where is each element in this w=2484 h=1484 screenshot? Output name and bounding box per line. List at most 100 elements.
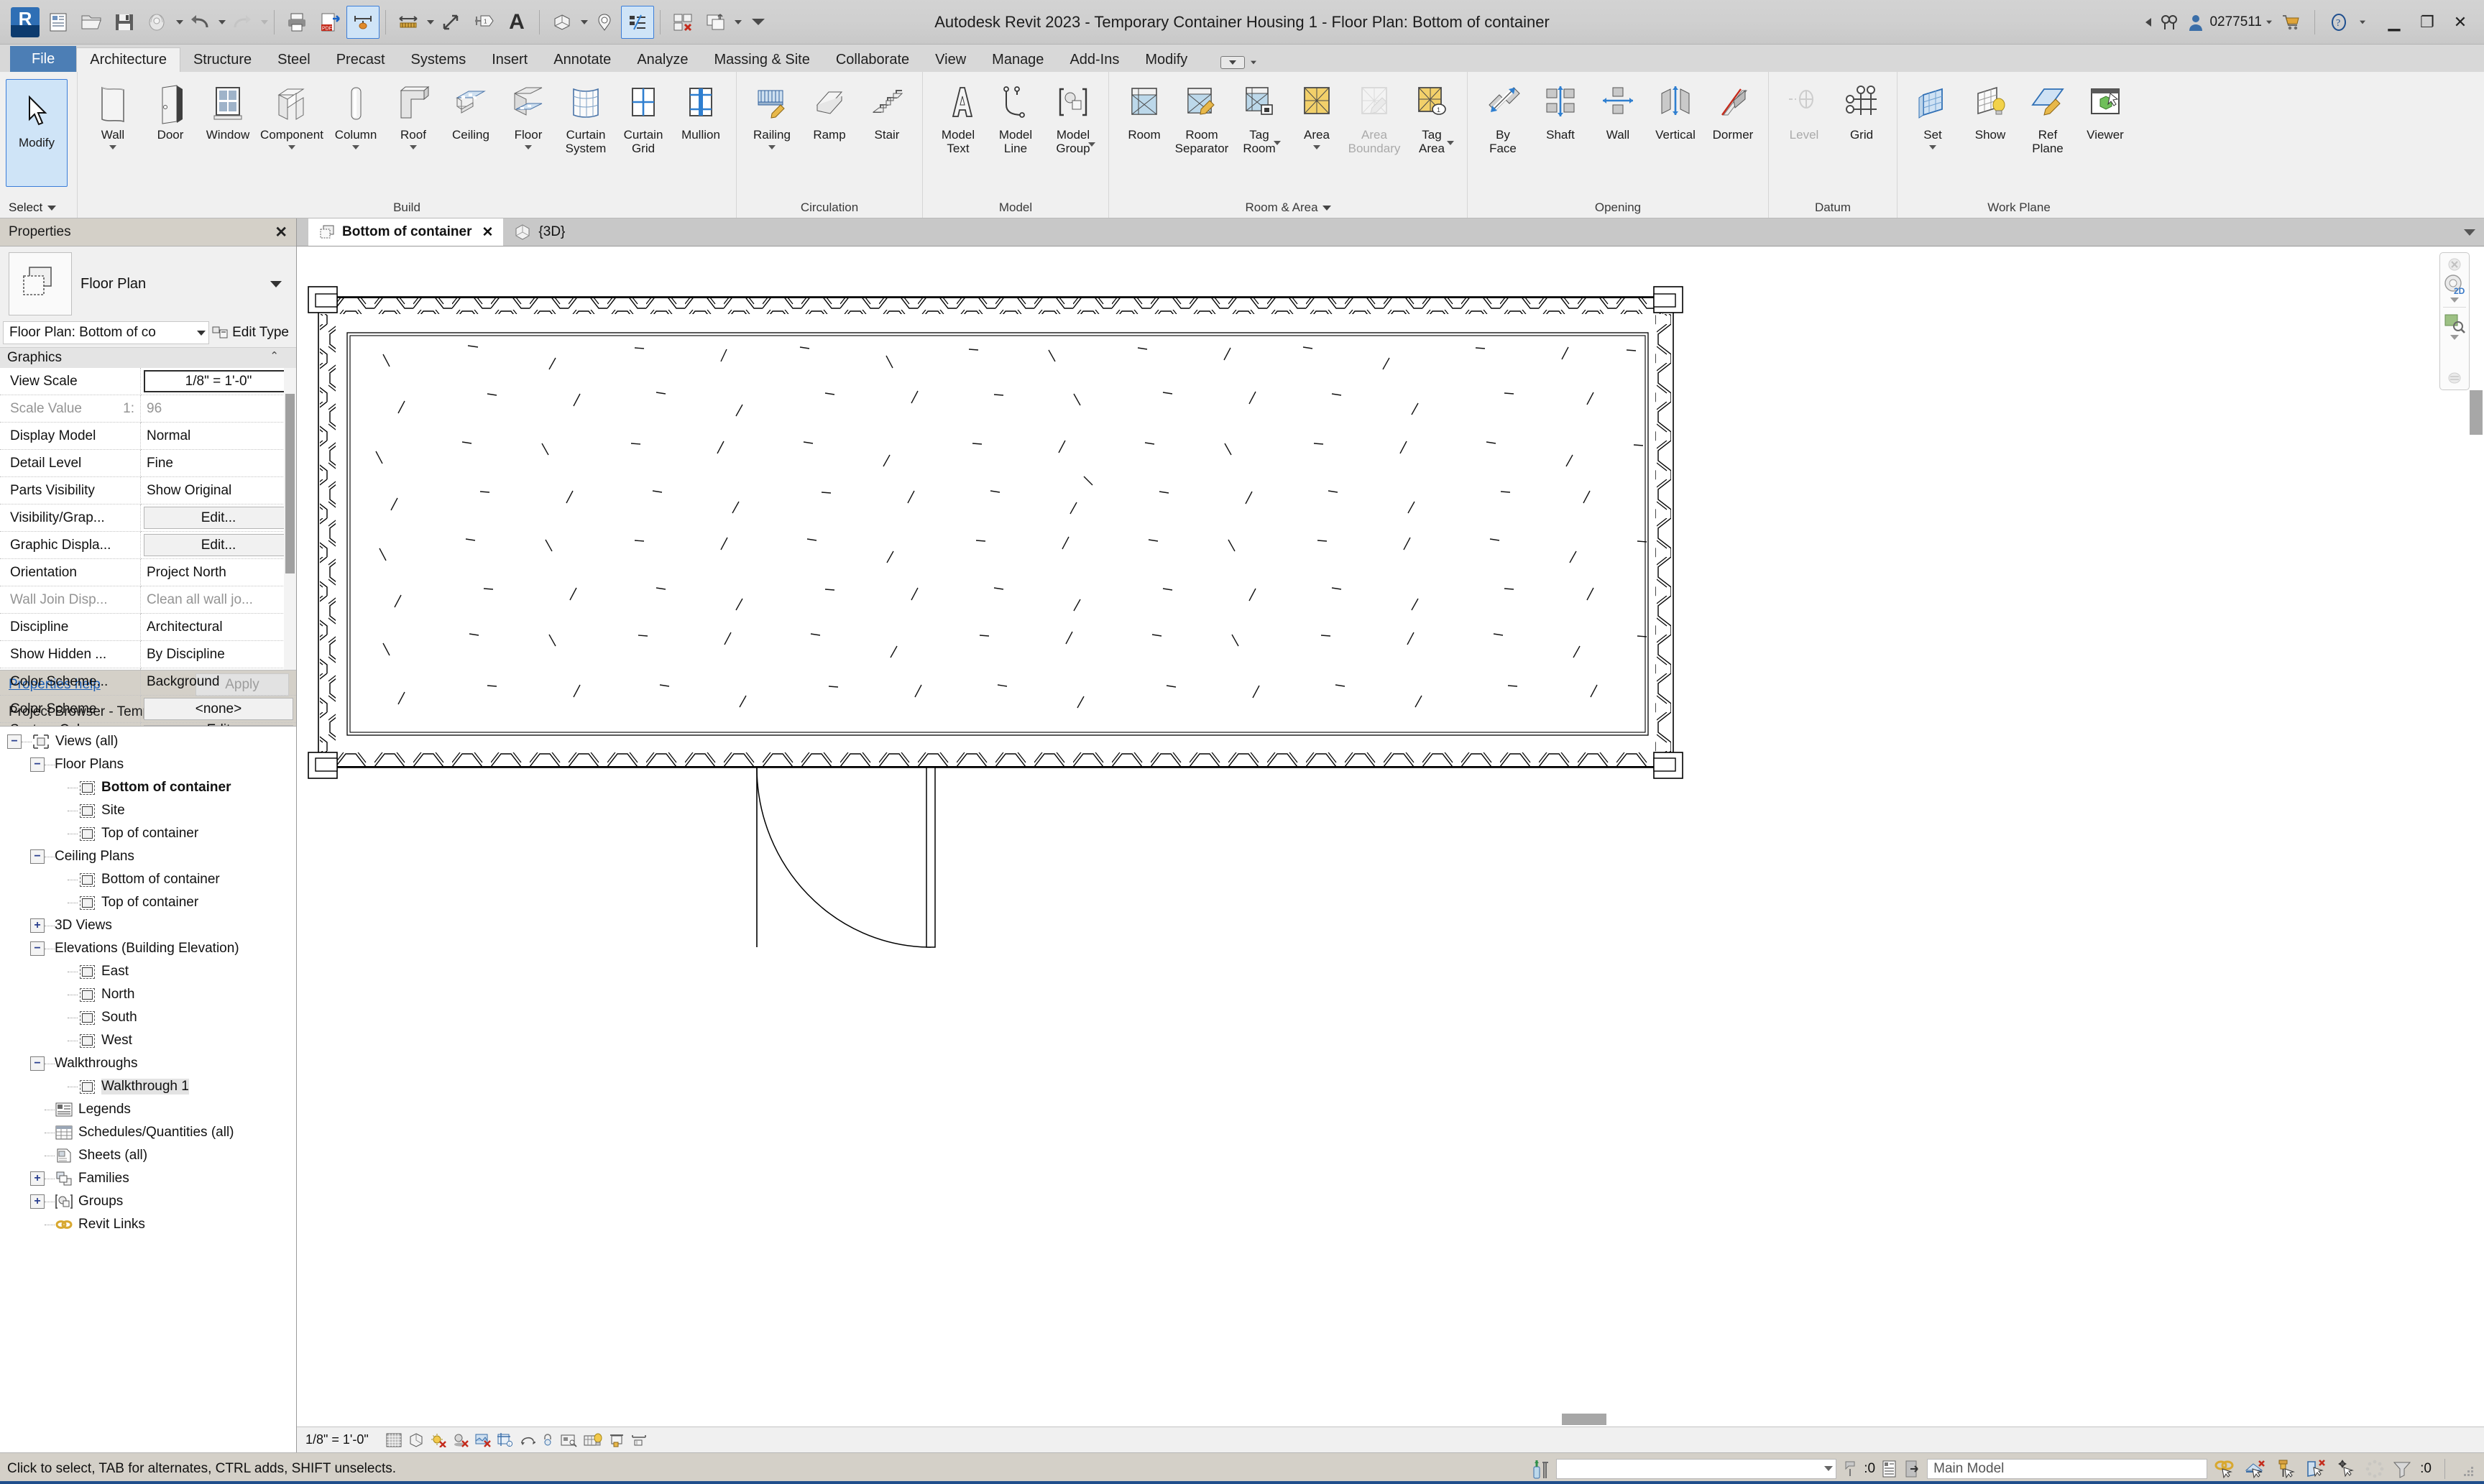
save-as-icon[interactable] bbox=[141, 6, 174, 39]
view-tab-bottom-of-container[interactable]: Bottom of container ✕ bbox=[308, 218, 503, 246]
steering-wheel-2d-icon[interactable]: 2D bbox=[2442, 273, 2467, 296]
properties-close-icon[interactable]: ✕ bbox=[272, 223, 290, 241]
section-icon[interactable] bbox=[588, 6, 621, 39]
tool-mullion[interactable]: Mullion bbox=[673, 79, 729, 145]
autodesk-app-store-icon[interactable] bbox=[2274, 6, 2307, 39]
tree-node[interactable]: −Views (all) bbox=[0, 730, 296, 753]
column-dropdown-caret[interactable] bbox=[352, 145, 359, 149]
analytical-model-icon[interactable] bbox=[631, 1433, 647, 1447]
property-value[interactable]: Architectural bbox=[141, 614, 296, 641]
drag-elements-on-selection-icon[interactable] bbox=[2335, 1459, 2357, 1479]
set-work-plane-dropdown-caret[interactable] bbox=[1929, 145, 1936, 149]
ribbon-state-caret[interactable] bbox=[1251, 61, 1256, 65]
edit-type-button[interactable]: Edit Type bbox=[212, 325, 292, 341]
user-account[interactable]: 0277511 bbox=[2187, 13, 2262, 32]
close-button[interactable]: ✕ bbox=[2444, 6, 2477, 39]
tree-node[interactable]: −Walkthroughs bbox=[0, 1052, 296, 1075]
view-tab-3d[interactable]: {3D} bbox=[503, 218, 575, 246]
tool-vertical-opening[interactable]: Vertical bbox=[1647, 79, 1703, 145]
thin-lines-icon[interactable] bbox=[621, 6, 654, 39]
tab-architecture[interactable]: Architecture bbox=[76, 47, 180, 72]
room-area-panel-caret[interactable] bbox=[1322, 206, 1331, 211]
customize-qat-icon[interactable] bbox=[742, 6, 775, 39]
select-pinned-elements-icon[interactable] bbox=[2275, 1459, 2296, 1479]
aligned-dimension-icon[interactable] bbox=[392, 6, 425, 39]
property-value[interactable]: By Discipline bbox=[141, 641, 296, 668]
export-pdf-icon[interactable]: PDF bbox=[313, 6, 346, 39]
tree-node[interactable]: −Elevations (Building Elevation) bbox=[0, 937, 296, 960]
default-3d-view-icon[interactable] bbox=[546, 6, 579, 39]
tab-manage[interactable]: Manage bbox=[979, 48, 1057, 72]
component-dropdown-caret[interactable] bbox=[288, 145, 295, 149]
design-options-icon[interactable] bbox=[1881, 1459, 1898, 1479]
property-value[interactable]: Edit... bbox=[141, 532, 296, 559]
roof-dropdown-caret[interactable] bbox=[410, 145, 417, 149]
tab-systems[interactable]: Systems bbox=[398, 48, 479, 72]
tool-opening-by-face[interactable]: By Face bbox=[1475, 79, 1531, 158]
tab-modify[interactable]: Modify bbox=[1132, 48, 1200, 72]
save-icon[interactable] bbox=[108, 6, 141, 39]
tool-tag-area[interactable]: 1 Tag Area bbox=[1404, 79, 1460, 148]
save-as-dropdown-caret[interactable] bbox=[176, 20, 183, 24]
navigation-wheel-close-icon[interactable] bbox=[2447, 257, 2462, 272]
detail-level-fine-icon[interactable] bbox=[386, 1433, 402, 1447]
navigation-bar-settings-icon[interactable] bbox=[2447, 371, 2462, 385]
vertical-scrollbar-thumb[interactable] bbox=[2470, 390, 2483, 435]
help-icon[interactable]: ? bbox=[2322, 6, 2355, 39]
navigation-wheel-caret[interactable] bbox=[2450, 298, 2459, 303]
tree-node[interactable]: Site bbox=[0, 799, 296, 822]
project-browser-tree[interactable]: −Views (all)−Floor PlansBottom of contai… bbox=[0, 726, 296, 1452]
render-dialog-icon[interactable] bbox=[475, 1433, 491, 1447]
tool-shaft-opening[interactable]: Shaft bbox=[1532, 79, 1588, 145]
modify-button[interactable]: Modify bbox=[6, 79, 68, 187]
tree-expander[interactable]: + bbox=[30, 1194, 45, 1209]
print-icon[interactable] bbox=[280, 6, 313, 39]
tree-expander[interactable]: + bbox=[30, 1171, 45, 1186]
user-dropdown-caret[interactable] bbox=[2266, 20, 2272, 24]
undo-dropdown-caret[interactable] bbox=[218, 20, 226, 24]
tree-expander[interactable]: − bbox=[30, 941, 45, 956]
tree-expander[interactable]: − bbox=[7, 734, 22, 749]
property-row[interactable]: View Scale 1/8" = 1'-0" bbox=[0, 368, 296, 395]
tag-room-dropdown-caret[interactable] bbox=[1274, 141, 1281, 145]
tool-floor[interactable]: Floor bbox=[500, 79, 556, 152]
zoom-tool-caret[interactable] bbox=[2450, 335, 2459, 340]
tool-roof[interactable]: Roof bbox=[385, 79, 441, 152]
properties-family-caret[interactable] bbox=[270, 281, 282, 287]
select-panel-title[interactable]: Select bbox=[0, 201, 56, 215]
property-value[interactable]: Project North bbox=[141, 559, 296, 586]
tree-node[interactable]: Top of container bbox=[0, 822, 296, 845]
exclude-options-icon[interactable] bbox=[1904, 1459, 1921, 1479]
tree-node[interactable]: +Groups bbox=[0, 1190, 296, 1213]
floor-dropdown-caret[interactable] bbox=[525, 145, 532, 149]
property-value[interactable]: Show Original bbox=[141, 477, 296, 504]
zoom-tool-icon[interactable] bbox=[2443, 312, 2466, 333]
workset-combo[interactable] bbox=[1556, 1459, 1836, 1479]
design-option-combo[interactable]: Main Model bbox=[1927, 1459, 2207, 1479]
tree-node[interactable]: Sheets (all) bbox=[0, 1144, 296, 1167]
tab-structure[interactable]: Structure bbox=[180, 48, 264, 72]
tab-file[interactable]: File bbox=[10, 46, 76, 72]
tree-expander[interactable]: − bbox=[30, 849, 45, 864]
tool-area[interactable]: Area bbox=[1289, 79, 1345, 152]
tree-node[interactable]: Schedules/Quantities (all) bbox=[0, 1121, 296, 1144]
wall-dropdown-caret[interactable] bbox=[109, 145, 116, 149]
tab-collaborate[interactable]: Collaborate bbox=[823, 48, 922, 72]
tool-tag-room[interactable]: Tag Room bbox=[1231, 79, 1287, 148]
horizontal-scrollbar-thumb[interactable] bbox=[1562, 1414, 1606, 1425]
property-row[interactable]: Show Hidden ... By Discipline bbox=[0, 641, 296, 668]
tree-node[interactable]: South bbox=[0, 1006, 296, 1029]
ribbon-state-pill[interactable] bbox=[1220, 56, 1245, 69]
tab-view[interactable]: View bbox=[922, 48, 979, 72]
workset-combo-caret[interactable] bbox=[1824, 1466, 1833, 1471]
show-crop-region-icon[interactable] bbox=[520, 1433, 535, 1447]
tag-by-category-icon[interactable]: 1 bbox=[467, 6, 500, 39]
tab-add-ins[interactable]: Add-Ins bbox=[1057, 48, 1132, 72]
visual-style-icon[interactable] bbox=[408, 1433, 424, 1447]
property-row[interactable]: Detail Level Fine bbox=[0, 450, 296, 477]
property-row[interactable]: Parts Visibility Show Original bbox=[0, 477, 296, 504]
property-value[interactable]: <none> bbox=[141, 696, 296, 723]
tree-node[interactable]: −Ceiling Plans bbox=[0, 845, 296, 868]
dimension-dropdown-caret[interactable] bbox=[427, 20, 434, 24]
tree-node[interactable]: Legends bbox=[0, 1098, 296, 1121]
